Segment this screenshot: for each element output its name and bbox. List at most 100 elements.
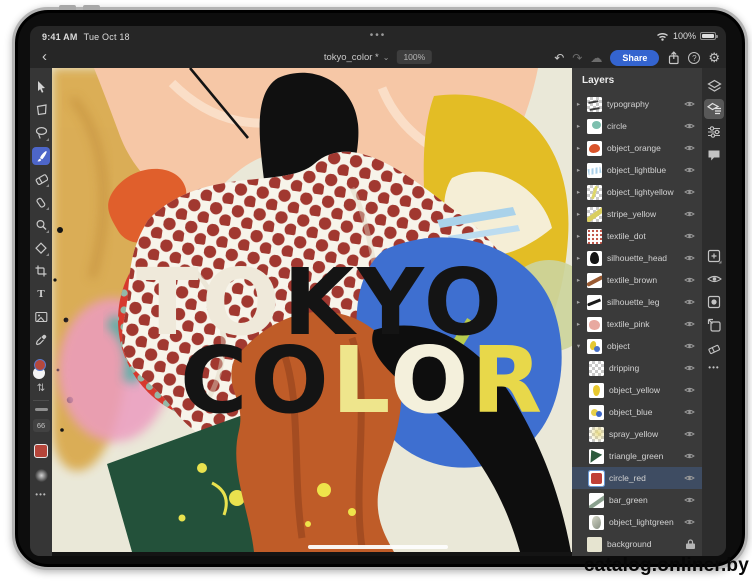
help-button[interactable]: ? [688,52,700,64]
eyedropper-tool[interactable] [32,331,50,349]
tool-options-more[interactable]: ••• [35,490,46,499]
clip-mask-button[interactable] [704,315,724,335]
brush-tip-preview[interactable] [35,469,48,482]
layer-row[interactable]: ▸ stripe_yellow [572,203,702,225]
layer-properties-panel-icon[interactable] [704,99,724,119]
disclosure-arrow[interactable]: ▸ [575,100,582,108]
visibility-eye-icon[interactable] [684,122,695,130]
layer-name: object_lightblue [607,165,679,175]
layer-visibility-button[interactable] [704,269,724,289]
visibility-eye-icon[interactable] [684,408,695,416]
layer-thumbnail [589,361,604,376]
layer-row[interactable]: ▸ typography [572,93,702,115]
layer-row[interactable]: object_lightgreen [572,511,702,533]
redo-button[interactable]: ↷ [572,51,582,65]
type-tool[interactable]: T [32,285,50,303]
layer-row[interactable]: ▸ circle [572,115,702,137]
layer-row[interactable]: ▾ object [572,335,702,357]
disclosure-arrow[interactable]: ▸ [575,276,582,284]
export-icon[interactable] [667,51,680,65]
visibility-eye-icon[interactable] [684,210,695,218]
layer-row[interactable]: ▸ textile_brown [572,269,702,291]
layer-row[interactable]: ▸ object_orange [572,137,702,159]
place-image-tool[interactable] [32,308,50,326]
heal-tool[interactable] [32,216,50,234]
layer-row[interactable]: dripping [572,357,702,379]
home-indicator[interactable] [308,545,448,549]
layers-panel-title: Layers [572,68,702,93]
disclosure-arrow[interactable]: ▸ [575,210,582,218]
visibility-eye-icon[interactable] [684,276,695,284]
disclosure-arrow[interactable]: ▸ [575,144,582,152]
visibility-eye-icon[interactable] [684,144,695,152]
layer-row[interactable]: triangle_green [572,445,702,467]
smudge-tool[interactable] [32,193,50,211]
visibility-eye-icon[interactable] [684,342,695,350]
visibility-eye-icon[interactable] [684,452,695,460]
eraser-tool[interactable] [32,170,50,188]
layer-row[interactable]: ▸ object_lightblue [572,159,702,181]
visibility-eye-icon[interactable] [684,188,695,196]
layer-row[interactable]: circle_red [572,467,702,489]
layer-row[interactable]: ▸ textile_dot [572,225,702,247]
brush-size-slider[interactable] [35,408,48,411]
back-chevron-button[interactable]: ‹ [42,48,47,66]
layer-row[interactable]: ▸ object_lightyellow [572,181,702,203]
move-tool[interactable] [32,78,50,96]
layer-more-button[interactable]: ••• [708,363,719,372]
visibility-eye-icon[interactable] [684,232,695,240]
add-layer-button[interactable] [704,246,724,266]
layer-row[interactable]: ▸ silhouette_head [572,247,702,269]
visibility-eye-icon[interactable] [684,298,695,306]
disclosure-arrow[interactable]: ▸ [575,254,582,262]
brush-tool[interactable] [32,147,50,165]
layer-name: circle [607,121,679,131]
visibility-eye-icon[interactable] [684,320,695,328]
disclosure-arrow[interactable]: ▸ [575,188,582,196]
disclosure-arrow[interactable]: ▸ [575,232,582,240]
undo-button[interactable]: ↶ [554,51,564,65]
crop-tool[interactable] [32,262,50,280]
swap-colors-icon[interactable]: ⇅ [37,383,45,394]
foreground-color-chip[interactable] [34,359,46,371]
visibility-eye-icon[interactable] [684,166,695,174]
visibility-eye-icon[interactable] [684,386,695,394]
fill-tool[interactable] [32,239,50,257]
lasso-select-tool[interactable] [32,124,50,142]
disclosure-arrow[interactable]: ▸ [575,298,582,306]
zoom-level-badge[interactable]: 100% [396,50,432,64]
disclosure-arrow[interactable]: ▾ [575,342,582,350]
disclosure-arrow[interactable]: ▸ [575,320,582,328]
layer-mask-button[interactable] [704,292,724,312]
layer-row[interactable]: background [572,533,702,555]
comments-panel-icon[interactable] [704,145,724,165]
visibility-eye-icon[interactable] [684,100,695,108]
brush-size-value[interactable]: 66 [33,419,50,432]
layers-panel-icon[interactable] [704,76,724,96]
layer-row[interactable]: ▸ silhouette_leg [572,291,702,313]
clear-layer-button[interactable] [704,338,724,358]
color-chips[interactable] [33,359,49,379]
visibility-eye-icon[interactable] [684,430,695,438]
current-color-swatch[interactable] [34,444,48,458]
disclosure-arrow[interactable]: ▸ [575,166,582,174]
cloud-sync-icon[interactable]: ☁ [590,51,602,65]
visibility-eye-icon[interactable] [684,254,695,262]
layer-row[interactable]: object_blue [572,401,702,423]
document-canvas[interactable]: TOKYO COLOR [52,68,572,556]
disclosure-arrow[interactable]: ▸ [575,122,582,130]
layer-row[interactable]: spray_yellow [572,423,702,445]
document-title[interactable]: tokyo_color *⌄ [324,52,390,63]
adjustments-panel-icon[interactable] [704,122,724,142]
layer-thumbnail [587,339,602,354]
transform-tool[interactable] [32,101,50,119]
visibility-eye-icon[interactable] [684,474,695,482]
visibility-eye-icon[interactable] [684,496,695,504]
layer-row[interactable]: ▸ textile_pink [572,313,702,335]
share-button[interactable]: Share [610,50,659,66]
visibility-eye-icon[interactable] [684,518,695,526]
settings-gear-button[interactable]: ⚙ [708,51,720,65]
layer-row[interactable]: object_yellow [572,379,702,401]
layer-row[interactable]: bar_green [572,489,702,511]
visibility-eye-icon[interactable] [684,364,695,372]
